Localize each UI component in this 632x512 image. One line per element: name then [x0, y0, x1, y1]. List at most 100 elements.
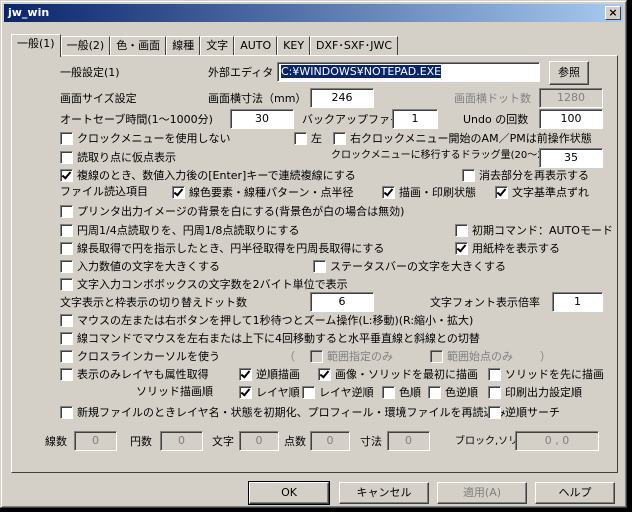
autosave-label: オートセーブ時間(1～1000分)	[60, 113, 213, 126]
autosave-input[interactable]: 30	[230, 109, 294, 129]
switch-dots-label: 文字表示と枠表示の切り替えドット数	[60, 296, 247, 309]
printer-white-label: プリンタ出力イメージの背景を白にする(背景色が白の場合は無効)	[77, 205, 405, 218]
help-button[interactable]: ヘルプ	[535, 482, 615, 504]
browse-button[interactable]: 参照	[549, 61, 589, 85]
layer-reverse-checkbox[interactable]: レイヤ逆順	[302, 386, 374, 399]
undo-label: Undo の回数	[463, 113, 529, 126]
circle-quarter-checkbox[interactable]: 円周1/4点読取りを、円周1/8点読取りにする	[60, 224, 300, 237]
tab-general-2[interactable]: 一般(2)	[60, 36, 111, 56]
initial-command-label: 初期コマンド：AUTOモード	[472, 224, 613, 237]
apply-button[interactable]: 適用(A)	[437, 482, 527, 504]
initial-command-checkbox[interactable]: 初期コマンド：AUTOモード	[455, 224, 613, 237]
crossline-label: クロスラインカーソルを使う	[77, 350, 220, 363]
circle-quarter-label: 円周1/4点読取りを、円周1/8点読取りにする	[77, 224, 300, 237]
checkbox-box	[310, 350, 323, 363]
show-paper-checkbox[interactable]: 用紙枠を表示する	[455, 242, 560, 255]
editor-label: 外部エディタ	[208, 66, 274, 79]
undo-input[interactable]: 100	[539, 109, 603, 129]
switch-dots-input[interactable]: 6	[310, 292, 374, 312]
read-draw-label: 描画・印刷状態	[399, 186, 476, 199]
read-color-label: 線色要素・線種パターン・点半径	[189, 186, 354, 199]
tab-line-type[interactable]: 線種	[166, 36, 201, 56]
checkbox-box	[60, 260, 73, 273]
checkbox-box	[60, 368, 73, 381]
tab-dxf-sxf-jwc[interactable]: DXF･SXF･JWC	[310, 36, 399, 56]
file-read-label: ファイル読込項目	[60, 185, 148, 198]
printer-white-checkbox[interactable]: プリンタ出力イメージの背景を白にする(背景色が白の場合は無効)	[60, 205, 404, 218]
line-cmd-checkbox[interactable]: 線コマンドでマウスを左右または上下に4回移動すると水平垂直線と斜線との切替	[60, 332, 480, 345]
block-count-field: 0 , 0	[515, 431, 599, 451]
read-draw-checkbox[interactable]: 描画・印刷状態	[382, 186, 476, 199]
checkbox-box	[382, 186, 395, 199]
close-icon[interactable]: ×	[605, 6, 621, 20]
text-count-label: 文字	[212, 435, 234, 448]
reverse-search-checkbox[interactable]: 逆順サーチ	[488, 406, 560, 419]
font-scale-input[interactable]: 1	[552, 292, 603, 312]
new-file-checkbox[interactable]: 新規ファイルのときレイヤ名・状態を初期化、プロフィール・環境ファイルを再読込み	[60, 406, 505, 419]
checkbox-box	[294, 132, 307, 145]
color-order-checkbox[interactable]: 色順	[382, 386, 421, 399]
large-input-checkbox[interactable]: 入力数値の文字を大きくする	[60, 260, 220, 273]
screen-width-input[interactable]: 246	[310, 88, 374, 108]
reverse-search-label: 逆順サーチ	[505, 406, 560, 419]
erase-redisplay-checkbox[interactable]: 消去部分を再表示する	[462, 169, 589, 182]
read-color-checkbox[interactable]: 線色要素・線種パターン・点半径	[172, 186, 353, 199]
read-text-checkbox[interactable]: 文字基準点ずれ	[495, 186, 589, 199]
print-order-checkbox[interactable]: 印刷出力設定順	[488, 386, 582, 399]
tab-color-screen[interactable]: 色・画面	[110, 36, 167, 56]
tab-strip: 一般(1) 一般(2) 色・画面 線種 文字 AUTO KEY DXF･SXF･…	[11, 34, 399, 57]
checkbox-box	[455, 224, 468, 237]
general-heading: 一般設定(1)	[60, 66, 120, 79]
checkbox-box	[60, 332, 73, 345]
tab-general-1[interactable]: 一般(1)	[11, 34, 61, 57]
temp-point-label: 読取り点に仮点表示	[77, 151, 176, 164]
checkbox-box	[60, 169, 73, 182]
crossline-checkbox[interactable]: クロスラインカーソルを使う	[60, 350, 220, 363]
checkbox-box	[462, 169, 475, 182]
checkbox-box	[60, 242, 73, 255]
solid-order-label: ソリッド描画順	[136, 385, 213, 398]
mouse-zoom-checkbox[interactable]: マウスの左または右ボタンを押して1秒待つとズーム操作(L:移動)(R:縮小・拡大…	[60, 314, 473, 327]
checkbox-box	[430, 350, 443, 363]
layer-order-checkbox[interactable]: レイヤ順	[239, 386, 300, 399]
line-cmd-label: 線コマンドでマウスを左右または上下に4回移動すると水平垂直線と斜線との切替	[77, 332, 480, 345]
ok-button[interactable]: OK	[248, 481, 330, 505]
right-clock-checkbox[interactable]: 右クロックメニュー開始のAM／PMは前操作状態	[333, 132, 592, 145]
settings-panel: 一般設定(1) 外部エディタ C:¥WINDOWS¥NOTEPAD.EXE 参照…	[11, 55, 618, 473]
color-order-label: 色順	[399, 386, 421, 399]
range-only-label: 範囲指定のみ	[327, 350, 393, 363]
erase-redisplay-label: 消去部分を再表示する	[479, 169, 589, 182]
mouse-zoom-label: マウスの左または右ボタンを押して1秒待つとズーム操作(L:移動)(R:縮小・拡大…	[77, 314, 474, 327]
image-solid-first-checkbox[interactable]: 画像・ソリッドを最初に描画	[318, 368, 478, 381]
screen-dots-label: 画面横ドット数	[454, 92, 531, 105]
reverse-draw-checkbox[interactable]: 逆順描画	[239, 368, 300, 381]
read-text-label: 文字基準点ずれ	[512, 186, 589, 199]
radius-checkbox[interactable]: 線長取得で円を指示したとき、円半径取得を円周長取得にする	[60, 242, 384, 255]
reverse-draw-label: 逆順描画	[256, 368, 300, 381]
new-file-label: 新規ファイルのときレイヤ名・状態を初期化、プロフィール・環境ファイルを再読込み	[77, 406, 506, 419]
enter-continue-checkbox[interactable]: 複線のとき、数値入力後の[Enter]キーで連続複線にする	[60, 169, 356, 182]
tab-text[interactable]: 文字	[200, 36, 235, 56]
clock-menu-label: クロックメニューを使用しない	[77, 132, 231, 145]
backup-input[interactable]: 1	[392, 109, 438, 129]
tab-auto[interactable]: AUTO	[234, 36, 278, 56]
screen-dots-input: 1280	[539, 88, 603, 108]
clock-menu-checkbox[interactable]: クロックメニューを使用しない	[60, 132, 231, 145]
checkbox-box	[382, 386, 395, 399]
checkbox-box	[60, 278, 73, 291]
editor-path-input[interactable]: C:¥WINDOWS¥NOTEPAD.EXE	[277, 62, 540, 82]
combo-2byte-checkbox[interactable]: 文字入力コンボボックスの文字数を2バイト単位で表示	[60, 278, 348, 291]
checkbox-box	[60, 132, 73, 145]
solid-first-checkbox[interactable]: ソリッドを先に描画	[488, 368, 604, 381]
left-checkbox[interactable]: 左	[294, 132, 322, 145]
paren-open: （	[284, 350, 295, 363]
tab-key[interactable]: KEY	[277, 36, 311, 56]
drag-input[interactable]: 35	[539, 148, 603, 168]
display-layer-checkbox[interactable]: 表示のみレイヤも属性取得	[60, 368, 209, 381]
color-reverse-checkbox[interactable]: 色逆順	[428, 386, 478, 399]
large-status-checkbox[interactable]: ステータスバーの文字を大きくする	[313, 260, 506, 273]
cancel-button[interactable]: キャンセル	[339, 482, 429, 504]
checkbox-box	[60, 205, 73, 218]
temp-point-checkbox[interactable]: 読取り点に仮点表示	[60, 151, 176, 164]
title-bar[interactable]: jw_win ×	[4, 4, 623, 22]
